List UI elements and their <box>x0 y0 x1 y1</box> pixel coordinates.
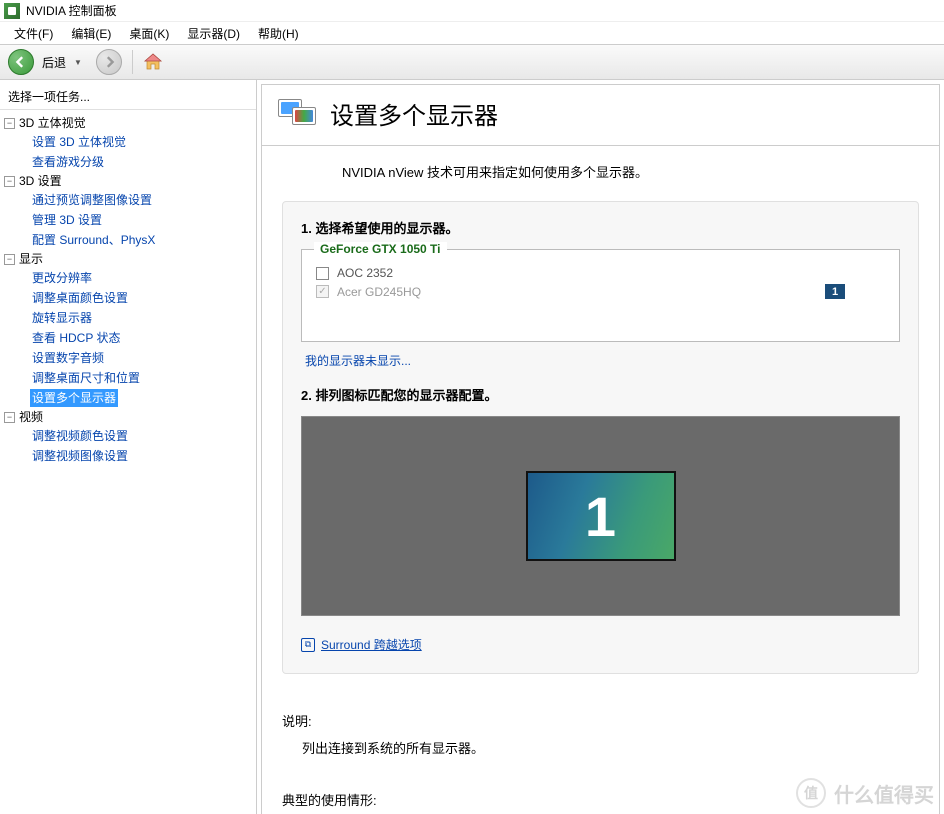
missing-display-link[interactable]: 我的显示器未显示... <box>305 352 411 369</box>
display-checkbox-row: ✓ Acer GD245HQ 1 <box>316 282 885 301</box>
monitor-1-icon[interactable]: 1 <box>526 471 676 561</box>
page-title: 设置多个显示器 <box>330 96 498 131</box>
checkbox-unchecked-icon[interactable] <box>316 267 329 280</box>
gpu-group: GeForce GTX 1050 Ti AOC 2352 ✓ Acer GD24… <box>301 249 900 342</box>
nvidia-icon <box>4 3 20 19</box>
display-name: AOC 2352 <box>337 266 393 280</box>
display-arrangement-area[interactable]: 1 <box>301 416 900 616</box>
menu-display[interactable]: 显示器(D) <box>179 23 248 44</box>
collapse-icon[interactable]: − <box>4 176 15 187</box>
tree-item[interactable]: 查看 HDCP 状态 <box>30 329 122 347</box>
multi-display-icon <box>278 93 318 133</box>
description-section: 说明: 列出连接到系统的所有显示器。 典型的使用情形: 激活和关闭显示器 <box>262 694 939 814</box>
menu-help[interactable]: 帮助(H) <box>250 23 307 44</box>
step2-title: 2. 排列图标匹配您的显示器配置。 <box>301 385 900 404</box>
step1-title: 1. 选择希望使用的显示器。 <box>301 218 900 237</box>
window-title: NVIDIA 控制面板 <box>26 2 117 19</box>
tree-item-multi-display[interactable]: 设置多个显示器 <box>30 389 118 407</box>
tree-group-3d-stereo[interactable]: − 3D 立体视觉 <box>4 114 256 132</box>
tree-item[interactable]: 通过预览调整图像设置 <box>30 191 154 209</box>
checkbox-checked-icon: ✓ <box>316 285 329 298</box>
tree-item[interactable]: 设置数字音频 <box>30 349 106 367</box>
tree-item[interactable]: 设置 3D 立体视觉 <box>30 133 128 151</box>
surround-span-link[interactable]: ⧉ Surround 跨越选项 <box>301 636 900 653</box>
display-checkbox-row[interactable]: AOC 2352 <box>316 264 885 282</box>
description-body: 列出连接到系统的所有显示器。 <box>282 737 919 760</box>
toolbar-separator <box>132 50 133 74</box>
back-dropdown-icon[interactable]: ▼ <box>74 58 82 67</box>
menubar: 文件(F) 编辑(E) 桌面(K) 显示器(D) 帮助(H) <box>0 22 944 44</box>
settings-panel: 1. 选择希望使用的显示器。 GeForce GTX 1050 Ti AOC 2… <box>282 201 919 674</box>
surround-icon: ⧉ <box>301 638 315 652</box>
nav-tree: − 3D 立体视觉 设置 3D 立体视觉 查看游戏分级 − 3D 设置 通过预览… <box>0 110 256 470</box>
tree-item[interactable]: 更改分辨率 <box>30 269 94 287</box>
intro-text: NVIDIA nView 技术可用来指定如何使用多个显示器。 <box>262 146 939 201</box>
page-header: 设置多个显示器 <box>262 85 939 146</box>
display-number-badge: 1 <box>825 284 845 299</box>
tree-item[interactable]: 调整视频图像设置 <box>30 447 130 465</box>
menu-file[interactable]: 文件(F) <box>6 23 61 44</box>
collapse-icon[interactable]: − <box>4 254 15 265</box>
tree-item[interactable]: 调整桌面尺寸和位置 <box>30 369 142 387</box>
description-label: 说明: <box>282 710 919 733</box>
tree-item[interactable]: 管理 3D 设置 <box>30 211 104 229</box>
home-button[interactable] <box>143 53 163 71</box>
display-name: Acer GD245HQ <box>337 285 421 299</box>
tree-item[interactable]: 查看游戏分级 <box>30 153 106 171</box>
tree-group-video[interactable]: − 视频 <box>4 408 256 426</box>
gpu-name: GeForce GTX 1050 Ti <box>314 242 447 256</box>
tree-item[interactable]: 旋转显示器 <box>30 309 94 327</box>
back-label: 后退 <box>42 54 66 71</box>
tree-group-3d-settings[interactable]: − 3D 设置 <box>4 172 256 190</box>
tree-item[interactable]: 调整视频颜色设置 <box>30 427 130 445</box>
collapse-icon[interactable]: − <box>4 412 15 423</box>
tree-item[interactable]: 配置 Surround、PhysX <box>30 231 157 249</box>
sidebar-title: 选择一项任务... <box>0 84 256 110</box>
tree-group-display[interactable]: − 显示 <box>4 250 256 268</box>
menu-desktop[interactable]: 桌面(K) <box>121 23 177 44</box>
tree-item[interactable]: 调整桌面颜色设置 <box>30 289 130 307</box>
back-button[interactable] <box>8 49 34 75</box>
main-panel: 设置多个显示器 NVIDIA nView 技术可用来指定如何使用多个显示器。 1… <box>257 80 944 814</box>
forward-button[interactable] <box>96 49 122 75</box>
collapse-icon[interactable]: − <box>4 118 15 129</box>
sidebar: 选择一项任务... − 3D 立体视觉 设置 3D 立体视觉 查看游戏分级 − … <box>0 80 257 814</box>
toolbar: 后退 ▼ <box>0 44 944 80</box>
typical-usage-label: 典型的使用情形: <box>282 789 919 812</box>
menu-edit[interactable]: 编辑(E) <box>63 23 119 44</box>
titlebar: NVIDIA 控制面板 <box>0 0 944 22</box>
